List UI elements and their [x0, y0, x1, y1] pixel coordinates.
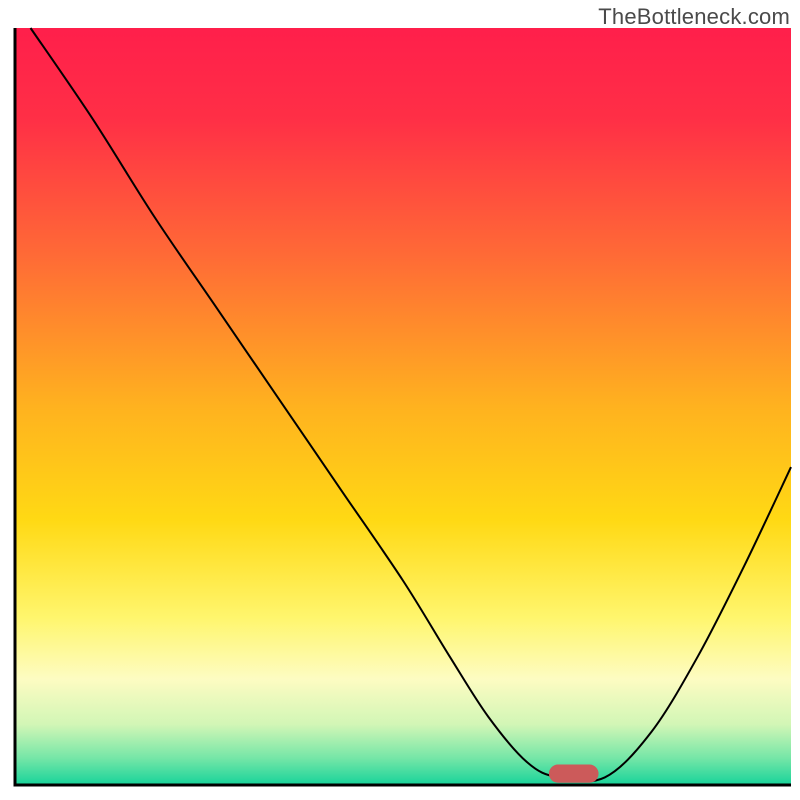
optimal-marker	[549, 765, 599, 783]
bottleneck-chart	[0, 0, 800, 800]
chart-frame: TheBottleneck.com	[0, 0, 800, 800]
watermark-label: TheBottleneck.com	[598, 4, 790, 30]
gradient-background	[15, 28, 791, 785]
